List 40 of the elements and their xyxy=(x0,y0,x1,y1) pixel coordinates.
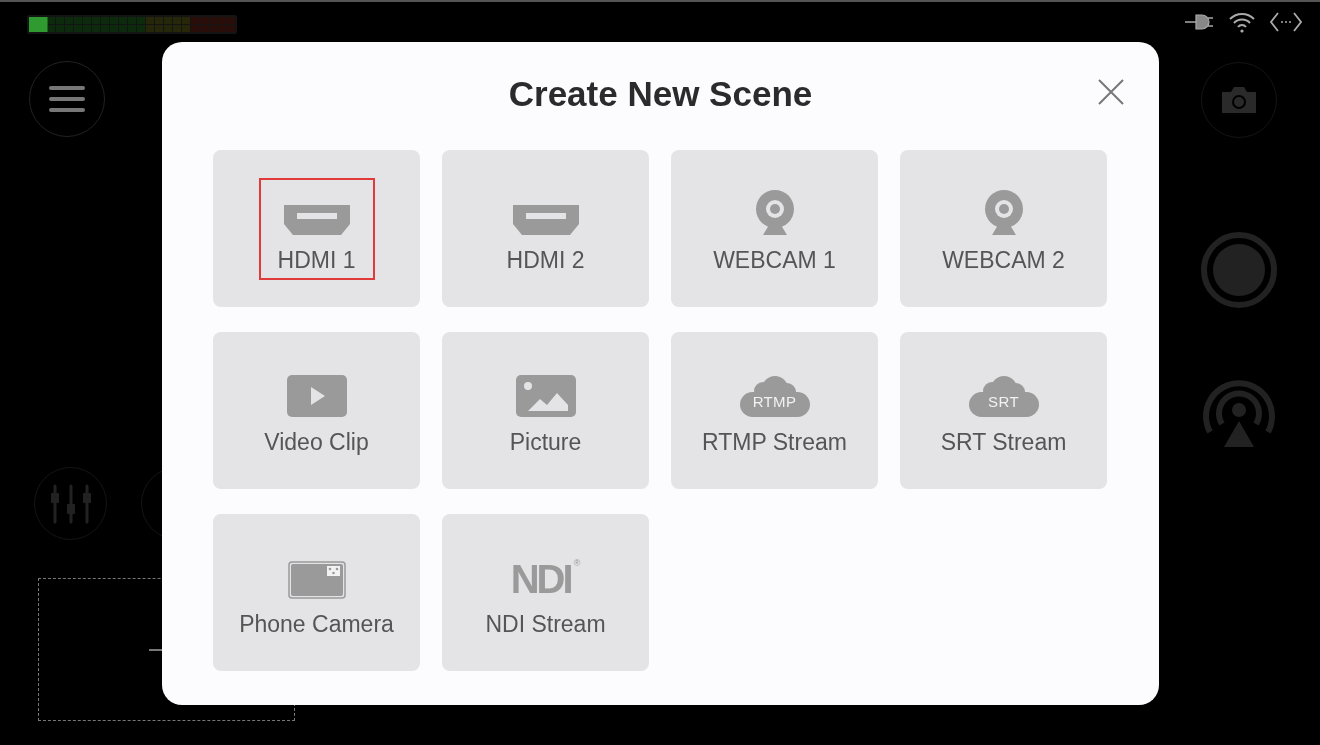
power-plug-icon xyxy=(1184,12,1214,32)
sliders-icon xyxy=(50,483,91,524)
cloud-icon-label: RTMP xyxy=(752,393,797,409)
scene-source-tile[interactable]: Video Clip xyxy=(213,332,420,489)
source-label: RTMP Stream xyxy=(702,430,847,454)
wifi-icon xyxy=(1228,11,1256,33)
source-label: HDMI 1 xyxy=(277,248,356,272)
source-label: WEBCAM 2 xyxy=(942,248,1065,272)
hdmi-port-icon xyxy=(283,204,350,235)
scene-source-tile[interactable]: RTMP RTMP Stream xyxy=(671,332,878,489)
registered-mark: ® xyxy=(573,558,581,568)
hdmi-port-icon xyxy=(512,204,579,235)
source-label: HDMI 2 xyxy=(506,248,585,272)
scene-source-tile[interactable]: NDI® NDI Stream xyxy=(442,514,649,671)
scene-source-tile[interactable]: HDMI 2 xyxy=(442,150,649,307)
play-video-icon xyxy=(286,374,347,417)
cloud-icon xyxy=(739,374,810,417)
camera-icon xyxy=(1220,85,1258,115)
source-label: NDI Stream xyxy=(485,612,606,636)
cloud-icon-label: SRT xyxy=(988,393,1019,409)
source-label: Video Clip xyxy=(264,430,369,454)
scene-source-tile[interactable]: HDMI 1 xyxy=(213,150,420,307)
phone-camera-icon xyxy=(287,560,346,599)
close-icon xyxy=(1097,78,1125,106)
scene-source-tile[interactable]: Picture xyxy=(442,332,649,489)
dialog-title: Create New Scene xyxy=(508,76,813,111)
ndi-logo: NDI xyxy=(510,558,571,599)
menu-icon xyxy=(49,85,85,113)
scene-source-tile[interactable]: SRT SRT Stream xyxy=(900,332,1107,489)
image-icon xyxy=(515,374,576,417)
record-button[interactable] xyxy=(1200,231,1278,309)
source-label: WEBCAM 1 xyxy=(713,248,836,272)
source-label: SRT Stream xyxy=(940,430,1067,454)
source-label: Picture xyxy=(509,430,582,454)
cloud-icon xyxy=(968,374,1039,417)
scene-source-tile[interactable]: WEBCAM 2 xyxy=(900,150,1107,307)
source-label: Phone Camera xyxy=(239,612,394,636)
scene-source-tile[interactable]: Phone Camera xyxy=(213,514,420,671)
code-brackets-icon xyxy=(1270,11,1302,33)
scene-source-tile[interactable]: WEBCAM 1 xyxy=(671,150,878,307)
